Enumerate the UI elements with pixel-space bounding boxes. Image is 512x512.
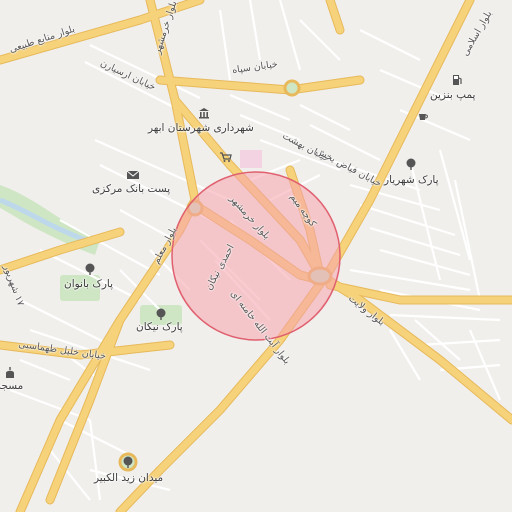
mosque-icon <box>6 367 14 378</box>
poi-label: میدان زید الکبیر <box>94 472 164 484</box>
tree-icon <box>85 263 95 275</box>
poi-label: پارک شهریار <box>384 174 439 186</box>
hospital-area <box>240 150 262 168</box>
municipality-icon <box>199 108 209 119</box>
poi-label: پمپ بنزین <box>430 89 476 101</box>
fuel-icon <box>453 75 462 85</box>
roundabout-north <box>283 79 301 97</box>
cafe-icon <box>419 114 428 120</box>
landmark-icon <box>123 456 133 468</box>
poi-label: پارک نیکان <box>136 321 183 333</box>
poi-label: پارک بانوان <box>64 278 114 290</box>
river <box>0 197 93 246</box>
tree-icon <box>156 308 166 320</box>
poi-label: شهرداری شهرستان ابهر <box>148 122 254 134</box>
map-canvas[interactable]: بلوار منابع طبیعی بلوار خرمشهر خیابان ار… <box>0 0 512 512</box>
poi-label: مسجد <box>0 380 24 392</box>
cart-icon <box>220 152 232 162</box>
tree-icon <box>406 158 416 170</box>
map-base-layer <box>0 0 512 512</box>
mail-icon <box>126 170 140 179</box>
poi-label: پست بانک مرکزی <box>92 183 171 195</box>
